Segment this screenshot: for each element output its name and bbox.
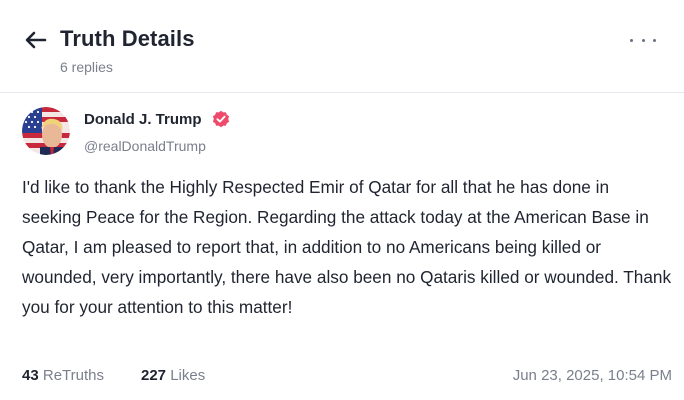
replies-count[interactable]: 6 replies	[60, 59, 113, 75]
retruths-stat[interactable]: 43 ReTruths	[22, 367, 104, 384]
author-handle[interactable]: @realDonaldTrump	[84, 138, 206, 154]
post-footer: 43 ReTruths 227 Likes Jun 23, 2025, 10:5…	[22, 367, 672, 389]
author-name[interactable]: Donald J. Trump	[84, 111, 202, 128]
back-button[interactable]	[22, 26, 50, 54]
verified-badge-icon	[212, 110, 230, 128]
more-options-button[interactable]	[630, 32, 656, 48]
avatar-image	[22, 107, 70, 155]
retruths-count: 43	[22, 367, 39, 384]
avatar[interactable]	[22, 107, 70, 155]
retruths-label: ReTruths	[42, 367, 104, 384]
post-timestamp: Jun 23, 2025, 10:54 PM	[512, 367, 672, 384]
likes-label: Likes	[170, 367, 206, 384]
more-horizontal-icon	[630, 38, 633, 42]
page-header: Truth Details 6 replies	[0, 0, 684, 90]
likes-count: 227	[141, 367, 167, 384]
arrow-left-icon	[25, 31, 47, 49]
post-text: I'd like to thank the Highly Respected E…	[22, 177, 672, 317]
header-divider	[0, 92, 684, 93]
page-title: Truth Details	[60, 26, 195, 51]
likes-stat[interactable]: 227 Likes	[141, 367, 205, 384]
